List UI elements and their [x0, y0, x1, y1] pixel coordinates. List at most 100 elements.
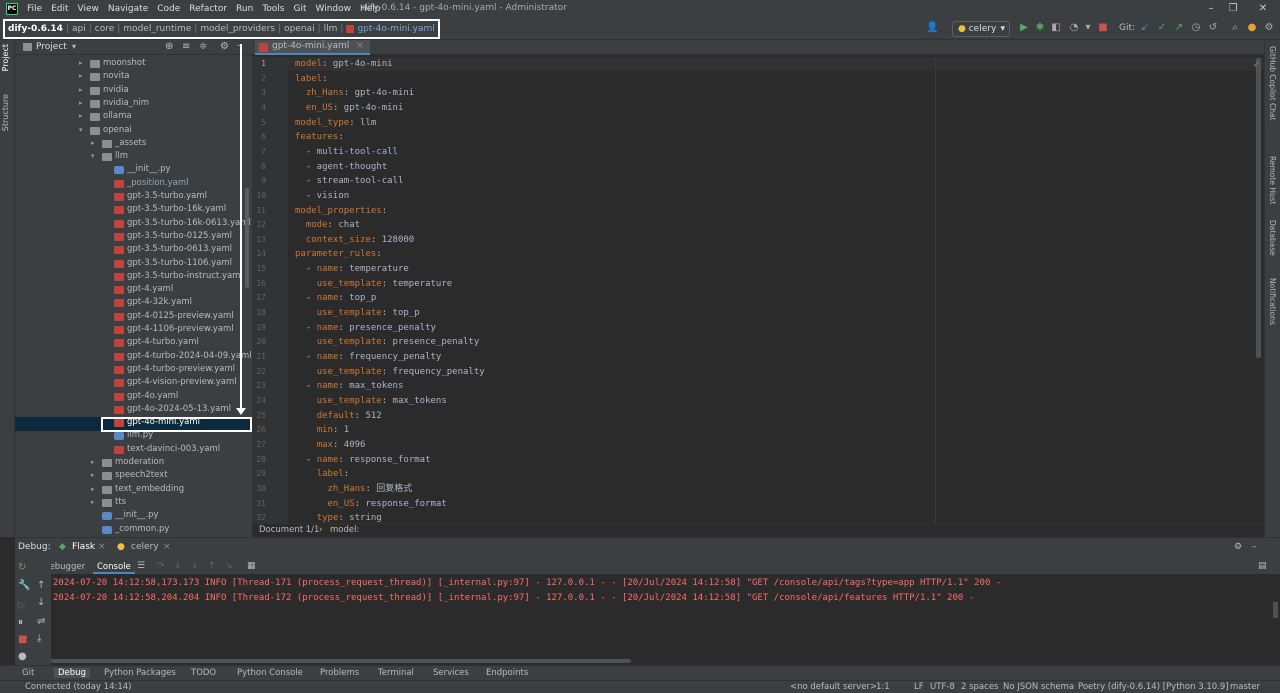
chevron-right-icon[interactable]: ▸ — [91, 483, 99, 496]
tree-folder[interactable]: ▸ moderation — [15, 456, 252, 469]
editor-scrollbar[interactable] — [1256, 58, 1261, 358]
tree-file[interactable]: __init__.py — [15, 509, 252, 522]
list-icon[interactable]: ☰ — [137, 561, 145, 571]
close-icon[interactable]: ✕ — [1256, 2, 1270, 16]
copilot-chat-tool-tab[interactable]: GitHub Copilot Chat — [1268, 46, 1277, 121]
collapse-all-icon[interactable]: ≑ — [199, 41, 207, 52]
breadcrumb-api[interactable]: api — [72, 24, 86, 34]
tree-folder[interactable]: ▸ nvidia_nim — [15, 97, 252, 110]
menu-view[interactable]: View — [78, 4, 99, 14]
menu-navigate[interactable]: Navigate — [108, 4, 148, 14]
menu-file[interactable]: File — [27, 4, 42, 14]
breadcrumb-file[interactable]: gpt-4o-mini.yaml — [357, 24, 434, 34]
profile-icon[interactable]: ◔ — [1068, 22, 1080, 34]
pause-icon[interactable]: ⏸ — [18, 617, 23, 628]
status-server[interactable]: <no default server> — [790, 682, 877, 692]
step-out-icon[interactable]: ↑ — [208, 561, 216, 571]
close-tab-icon[interactable]: × — [98, 542, 106, 552]
tree-file[interactable]: gpt-3.5-turbo-instruct.yaml — [15, 270, 252, 283]
git-push-icon[interactable]: ↗ — [1173, 22, 1185, 34]
editor-tab-active[interactable]: gpt-4o-mini.yaml × — [255, 40, 370, 55]
layout-icon[interactable]: ▤ — [1258, 561, 1267, 571]
tree-file[interactable]: _common.py — [15, 523, 252, 536]
menu-tools[interactable]: Tools — [262, 4, 284, 14]
debug-tab-flask[interactable]: Flask — [72, 542, 95, 552]
breadcrumb-llm[interactable]: llm — [324, 24, 338, 34]
tree-file[interactable]: gpt-4o.yaml — [15, 390, 252, 403]
tree-folder[interactable]: ▸ _assets — [15, 137, 252, 150]
tool-tab-debug[interactable]: Debug — [54, 668, 90, 678]
scroll-up-icon[interactable]: ↑ — [37, 580, 45, 591]
status-branch[interactable]: master — [1230, 682, 1260, 692]
status-json-schema[interactable]: No JSON schema — [1003, 682, 1074, 692]
tree-file[interactable]: gpt-4o-2024-05-13.yaml — [15, 403, 252, 416]
locate-icon[interactable]: ⊕ — [165, 41, 173, 52]
tree-folder[interactable]: ▸ text_embedding — [15, 483, 252, 496]
chevron-right-icon[interactable]: ▸ — [79, 70, 87, 83]
tree-file[interactable]: gpt-4.yaml — [15, 283, 252, 296]
status-encoding[interactable]: UTF-8 — [930, 682, 955, 692]
chevron-right-icon[interactable]: ▸ — [91, 469, 99, 482]
menu-code[interactable]: Code — [157, 4, 180, 14]
coverage-icon[interactable]: ◧ — [1050, 22, 1062, 34]
tool-tab-todo[interactable]: TODO — [191, 668, 216, 678]
chevron-down-icon[interactable]: ▾ — [72, 42, 76, 51]
breadcrumb-model-providers[interactable]: model_providers — [200, 24, 275, 34]
status-caret-position[interactable]: 1:1 — [876, 682, 890, 692]
expand-all-icon[interactable]: ≡ — [182, 41, 190, 52]
soft-wrap-icon[interactable]: ⇌ — [37, 616, 45, 627]
chevron-right-icon[interactable]: ▸ — [79, 97, 87, 110]
git-commit-icon[interactable]: ✓ — [1156, 22, 1168, 34]
wrench-icon[interactable]: 🔧 — [18, 580, 30, 591]
more-run-icon[interactable]: ▾ — [1082, 22, 1094, 34]
menu-window[interactable]: Window — [316, 4, 352, 14]
settings-icon[interactable]: ⚙ — [1263, 22, 1275, 34]
hide-panel-icon[interactable]: – — [1252, 542, 1257, 552]
tree-file[interactable]: gpt-4-turbo-preview.yaml — [15, 363, 252, 376]
scroll-to-end-icon[interactable]: ⤓ — [37, 633, 41, 644]
run-configuration-select[interactable]: ● celery ▾ — [952, 21, 1010, 37]
menu-refactor[interactable]: Refactor — [189, 4, 227, 14]
tree-file[interactable]: gpt-4-1106-preview.yaml — [15, 323, 252, 336]
tool-tab-python-packages[interactable]: Python Packages — [104, 668, 176, 678]
stop-icon[interactable]: ■ — [18, 634, 27, 645]
tree-folder[interactable]: ▸ nvidia — [15, 84, 252, 97]
console-horizontal-scrollbar[interactable] — [51, 659, 631, 663]
tree-file[interactable]: gpt-3.5-turbo.yaml — [15, 190, 252, 203]
tool-tab-terminal[interactable]: Terminal — [378, 668, 414, 678]
step-into-my-code-icon[interactable]: ⇣ — [191, 561, 199, 571]
git-update-icon[interactable]: ↙ — [1139, 22, 1151, 34]
run-icon[interactable]: ▶ — [1018, 22, 1030, 34]
tool-tab-problems[interactable]: Problems — [320, 668, 359, 678]
code-area[interactable]: model: gpt-4o-mini label: zh_Hans: gpt-4o… — [295, 57, 1255, 523]
chevron-right-icon[interactable]: ▸ — [79, 57, 87, 70]
search-icon[interactable]: ⌕ — [1229, 22, 1241, 34]
tree-folder[interactable]: ▸ tts — [15, 496, 252, 509]
close-tab-icon[interactable]: × — [356, 41, 364, 51]
remote-host-tool-tab[interactable]: Remote Host — [1268, 156, 1277, 204]
tree-file[interactable]: gpt-3.5-turbo-0613.yaml — [15, 243, 252, 256]
scroll-down-icon[interactable]: ↓ — [37, 597, 45, 608]
view-breakpoints-icon[interactable]: ● — [18, 651, 27, 662]
chevron-right-icon[interactable]: ▸ — [91, 456, 99, 469]
menu-edit[interactable]: Edit — [51, 4, 68, 14]
tree-file[interactable]: gpt-4-turbo.yaml — [15, 336, 252, 349]
console-tab[interactable]: Console — [93, 560, 135, 574]
tool-tab-python-console[interactable]: Python Console — [237, 668, 303, 678]
tool-tab-git[interactable]: Git — [22, 668, 34, 678]
tool-tab-services[interactable]: Services — [433, 668, 469, 678]
menu-run[interactable]: Run — [236, 4, 253, 14]
tree-file[interactable]: gpt-4-turbo-2024-04-09.yaml — [15, 350, 252, 363]
tree-file[interactable]: gpt-4-32k.yaml — [15, 296, 252, 309]
status-interpreter[interactable]: Poetry (dify-0.6.14) [Python 3.10.9] — [1078, 682, 1229, 692]
status-indent[interactable]: 2 spaces — [961, 682, 998, 692]
structure-tool-tab[interactable]: Structure — [1, 94, 10, 131]
step-over-icon[interactable]: ↷ — [157, 561, 165, 571]
menu-git[interactable]: Git — [293, 4, 306, 14]
gear-icon[interactable]: ⚙ — [220, 41, 229, 52]
console-output[interactable]: 2024-07-20 14:12:58,173.173 INFO [Thread… — [51, 574, 1280, 666]
user-icon[interactable]: 👤 — [926, 22, 938, 34]
chevron-right-icon[interactable]: ▸ — [79, 84, 87, 97]
status-message[interactable]: Connected (today 14:14) — [25, 682, 131, 692]
gear-icon[interactable]: ⚙ — [1234, 542, 1242, 552]
